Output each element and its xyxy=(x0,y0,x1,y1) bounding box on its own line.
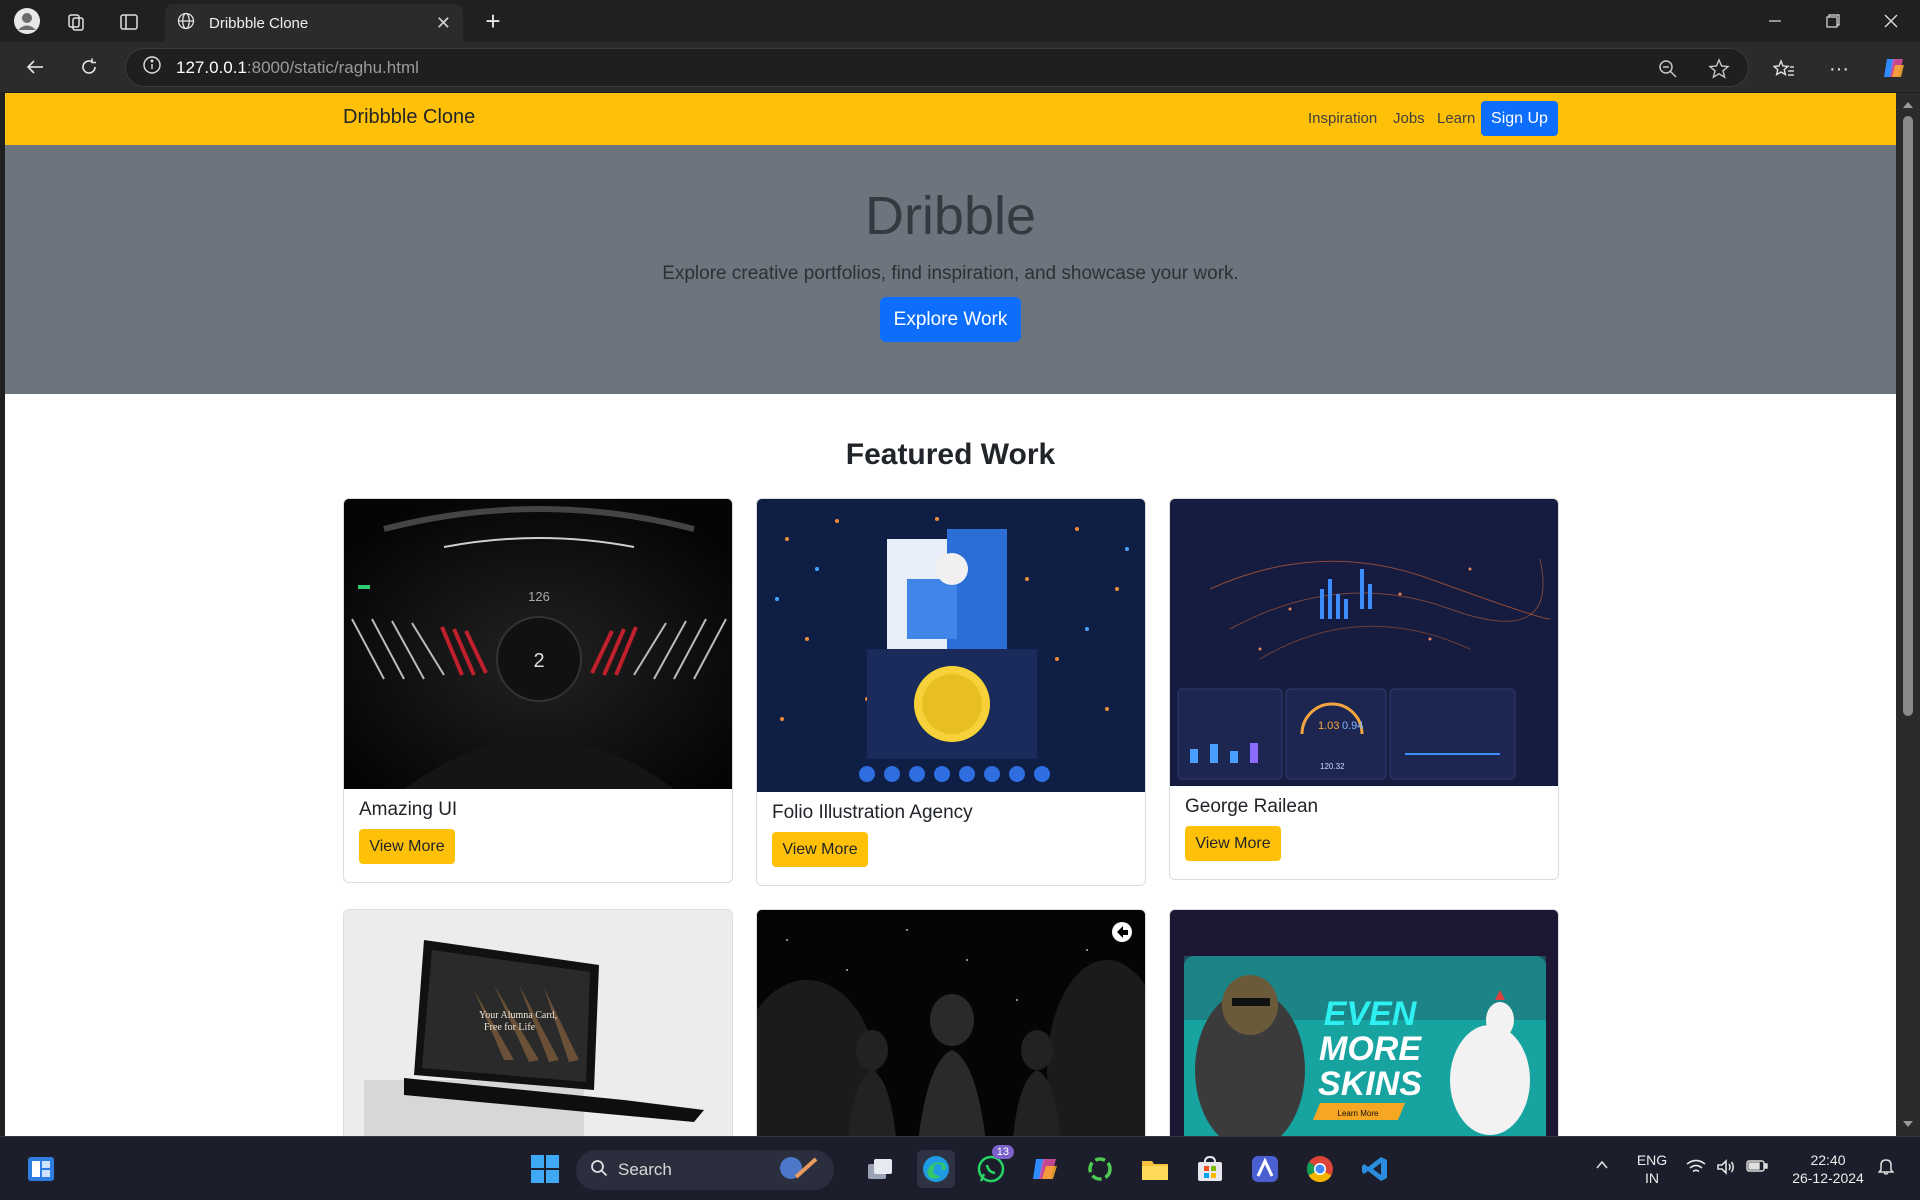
card-title: Folio Illustration Agency xyxy=(772,802,973,823)
language-indicator[interactable]: ENG IN xyxy=(1630,1151,1674,1187)
clock-date: 26-12-2024 xyxy=(1792,1170,1864,1186)
view-more-button[interactable]: View More xyxy=(1185,826,1281,861)
card-title: Amazing UI xyxy=(359,799,458,820)
site-navbar: Dribbble Clone Inspiration Jobs Learn Si… xyxy=(5,93,1896,145)
tab-title: Dribbble Clone xyxy=(209,14,309,32)
restore-icon[interactable] xyxy=(1818,6,1848,36)
dash-gear-text: 2 xyxy=(533,650,544,672)
back-arrow-icon[interactable] xyxy=(20,52,50,82)
whatsapp-badge: 13 xyxy=(991,1145,1014,1159)
card-image[interactable]: Your Alumna Card, Free for Life xyxy=(344,910,732,1136)
work-card-folio-illustration-agency: Folio Illustration Agency View More xyxy=(756,498,1146,886)
chrome-icon[interactable] xyxy=(1301,1150,1339,1188)
vscode-icon[interactable] xyxy=(1356,1150,1394,1188)
game-text-line2: MORE xyxy=(1319,1030,1422,1068)
url-host: 127.0.0.1 xyxy=(176,57,247,77)
game-text-line1: EVEN xyxy=(1324,995,1418,1033)
sign-up-button[interactable]: Sign Up xyxy=(1481,101,1558,136)
edge-browser-icon[interactable] xyxy=(917,1150,955,1188)
language-line2: IN xyxy=(1645,1170,1659,1186)
view-more-button[interactable]: View More xyxy=(359,829,455,864)
game-learn-more-text: Learn More xyxy=(1338,1109,1379,1118)
workspaces-icon[interactable] xyxy=(62,8,90,36)
section-title: Featured Work xyxy=(845,438,1056,471)
address-bar[interactable]: 127.0.0.1:8000/static/raghu.html xyxy=(125,48,1749,87)
card-image[interactable] xyxy=(757,910,1145,1136)
card-image[interactable]: 1.03 0.94 120.32 xyxy=(1170,499,1558,786)
work-card-game-skins: EVEN MORE SKINS Learn More xyxy=(1169,909,1559,1136)
hero-title: Dribble xyxy=(864,186,1037,246)
more-menu-icon[interactable]: ··· xyxy=(1825,55,1853,83)
dash-speed-text: 126 xyxy=(528,589,550,604)
profile-avatar-icon[interactable] xyxy=(11,5,43,37)
game-text-line3: SKINS xyxy=(1318,1065,1422,1103)
work-card-amazing-ui: 126 2 Amazing UI View More xyxy=(343,498,733,883)
zoom-icon[interactable] xyxy=(1654,55,1682,83)
stat-b-text: 0.94 xyxy=(1342,720,1363,732)
circular-app-icon[interactable] xyxy=(1081,1150,1119,1188)
clock-time: 22:40 xyxy=(1810,1152,1846,1168)
vertical-tabs-icon[interactable] xyxy=(115,8,143,36)
search-highlight-icon xyxy=(778,1155,820,1186)
taskbar-search[interactable]: Search xyxy=(576,1150,834,1190)
card-title: George Railean xyxy=(1185,796,1319,817)
widgets-icon[interactable] xyxy=(22,1150,60,1188)
file-explorer-icon[interactable] xyxy=(1136,1150,1174,1188)
work-card-laptop: Your Alumna Card, Free for Life xyxy=(343,909,733,1136)
close-tab-icon[interactable]: ✕ xyxy=(436,13,451,34)
browser-title-bar: Dribbble Clone ✕ + xyxy=(0,0,1920,42)
card-image[interactable] xyxy=(757,499,1145,792)
volume-icon[interactable] xyxy=(1714,1159,1738,1178)
new-tab-icon[interactable]: + xyxy=(478,6,508,36)
site-brand[interactable]: Dribbble Clone xyxy=(343,106,475,129)
refresh-icon[interactable] xyxy=(74,52,104,82)
notification-bell-icon[interactable] xyxy=(1874,1157,1898,1178)
search-icon xyxy=(590,1159,608,1182)
clock[interactable]: 22:40 26-12-2024 xyxy=(1782,1151,1874,1187)
favorites-list-icon[interactable] xyxy=(1770,55,1798,83)
wifi-icon[interactable] xyxy=(1684,1159,1708,1178)
view-more-button[interactable]: View More xyxy=(772,832,868,867)
site-info-icon[interactable] xyxy=(142,55,162,80)
search-label: Search xyxy=(618,1160,672,1179)
arc-app-icon[interactable] xyxy=(1246,1150,1284,1188)
page-scrollbar[interactable] xyxy=(1896,93,1920,1136)
scrollbar-thumb[interactable] xyxy=(1903,116,1913,716)
hero-section: Dribble Explore creative portfolios, fin… xyxy=(5,145,1896,394)
copilot-app-icon[interactable] xyxy=(1026,1150,1064,1188)
globe-icon xyxy=(177,12,195,34)
work-card-dark-figures xyxy=(756,909,1146,1136)
nav-learn[interactable]: Learn xyxy=(1437,110,1475,127)
microsoft-store-icon[interactable] xyxy=(1191,1150,1229,1188)
laptop-text-line2: Free for Life xyxy=(484,1022,536,1033)
card-image[interactable]: EVEN MORE SKINS Learn More xyxy=(1170,910,1558,1136)
hero-subtitle: Explore creative portfolios, find inspir… xyxy=(662,263,1239,284)
laptop-text-line1: Your Alumna Card, xyxy=(479,1010,557,1021)
work-card-george-railean: 1.03 0.94 120.32 George Railean View Mor… xyxy=(1169,498,1559,880)
browser-tab[interactable]: Dribbble Clone ✕ xyxy=(165,4,463,42)
url-path: :8000/static/raghu.html xyxy=(246,57,419,77)
stat-a-text: 1.03 xyxy=(1318,720,1339,732)
start-windows-icon[interactable] xyxy=(526,1150,564,1188)
nav-inspiration[interactable]: Inspiration xyxy=(1308,110,1377,127)
nav-jobs[interactable]: Jobs xyxy=(1393,110,1425,127)
copilot-icon[interactable] xyxy=(1878,52,1910,84)
close-window-icon[interactable] xyxy=(1876,6,1906,36)
explore-work-button[interactable]: Explore Work xyxy=(880,297,1021,342)
stat-c-text: 120.32 xyxy=(1320,762,1345,771)
task-view-icon[interactable] xyxy=(861,1150,899,1188)
card-image[interactable]: 126 2 xyxy=(344,499,732,789)
battery-icon[interactable] xyxy=(1745,1159,1769,1176)
windows-taskbar: Search 13 ENG IN 22:40 26-12-2024 xyxy=(0,1136,1920,1200)
whatsapp-icon[interactable]: 13 xyxy=(972,1145,1014,1188)
tray-overflow-icon[interactable] xyxy=(1590,1157,1614,1176)
language-line1: ENG xyxy=(1636,1152,1668,1168)
page-viewport: Dribbble Clone Inspiration Jobs Learn Si… xyxy=(5,93,1896,1136)
minimize-icon[interactable] xyxy=(1760,6,1790,36)
favorite-star-icon[interactable] xyxy=(1705,55,1733,83)
